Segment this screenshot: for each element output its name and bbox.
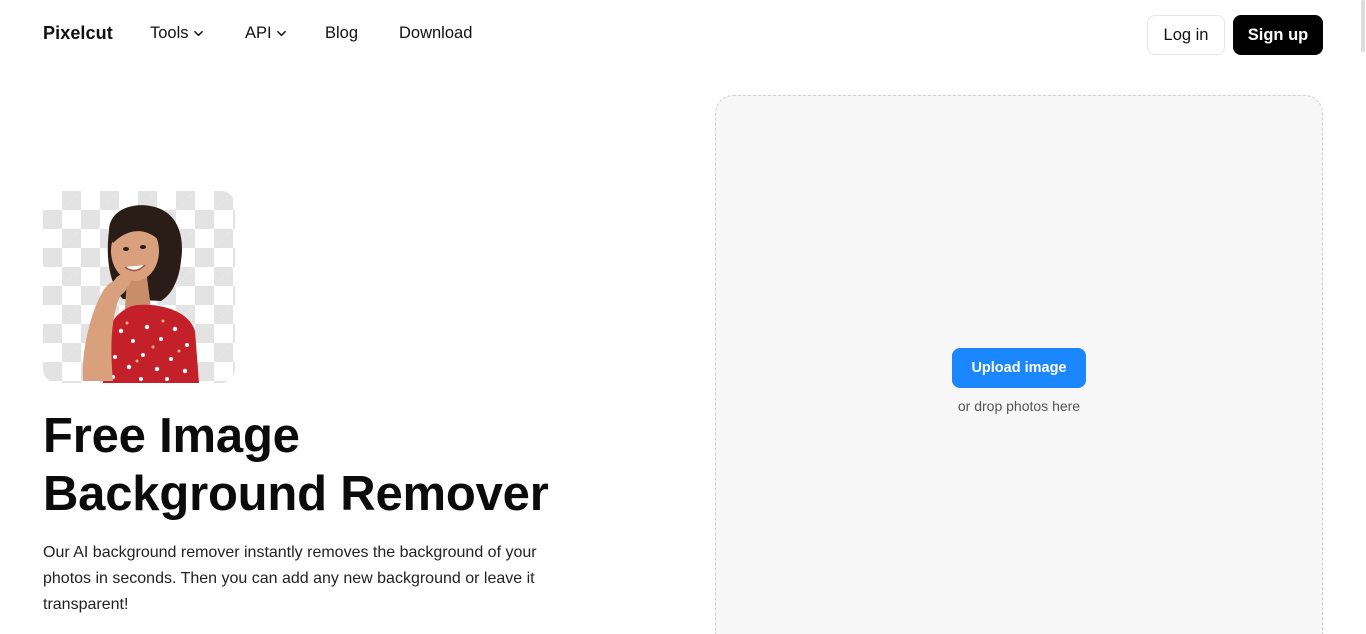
drop-hint: or drop photos here [957, 398, 1081, 414]
scrollbar-thumb[interactable] [1361, 0, 1365, 52]
nav-blog-label: Blog [325, 24, 359, 42]
page: Pixelcut Tools API Blog Download Log in … [0, 0, 1366, 634]
woman-cutout-illustration [82, 205, 199, 383]
hero-example-image [43, 191, 235, 383]
window-scrollbar[interactable] [1358, 0, 1366, 634]
nav-blog[interactable]: Blog [325, 24, 358, 43]
hero-title: Free Image Background Remover [43, 407, 549, 523]
signup-button[interactable]: Sign up [1233, 15, 1323, 55]
nav-download[interactable]: Download [399, 24, 472, 43]
logo[interactable]: Pixelcut [43, 23, 113, 44]
upload-image-button[interactable]: Upload image [952, 348, 1086, 388]
nav-api-label: API [245, 24, 272, 42]
hero-title-line2: Background Remover [43, 467, 549, 521]
hero-title-line1: Free Image [43, 409, 300, 463]
chevron-down-icon [276, 30, 286, 37]
hero-description: Our AI background remover instantly remo… [43, 544, 537, 613]
nav-api[interactable]: API [245, 24, 287, 43]
chevron-down-icon [193, 30, 203, 37]
nav-tools-label: Tools [150, 24, 189, 42]
nav-tools[interactable]: Tools [150, 24, 204, 43]
nav-download-label: Download [399, 24, 473, 42]
login-button[interactable]: Log in [1147, 15, 1225, 55]
top-nav: Pixelcut Tools API Blog Download Log in … [0, 0, 1366, 70]
